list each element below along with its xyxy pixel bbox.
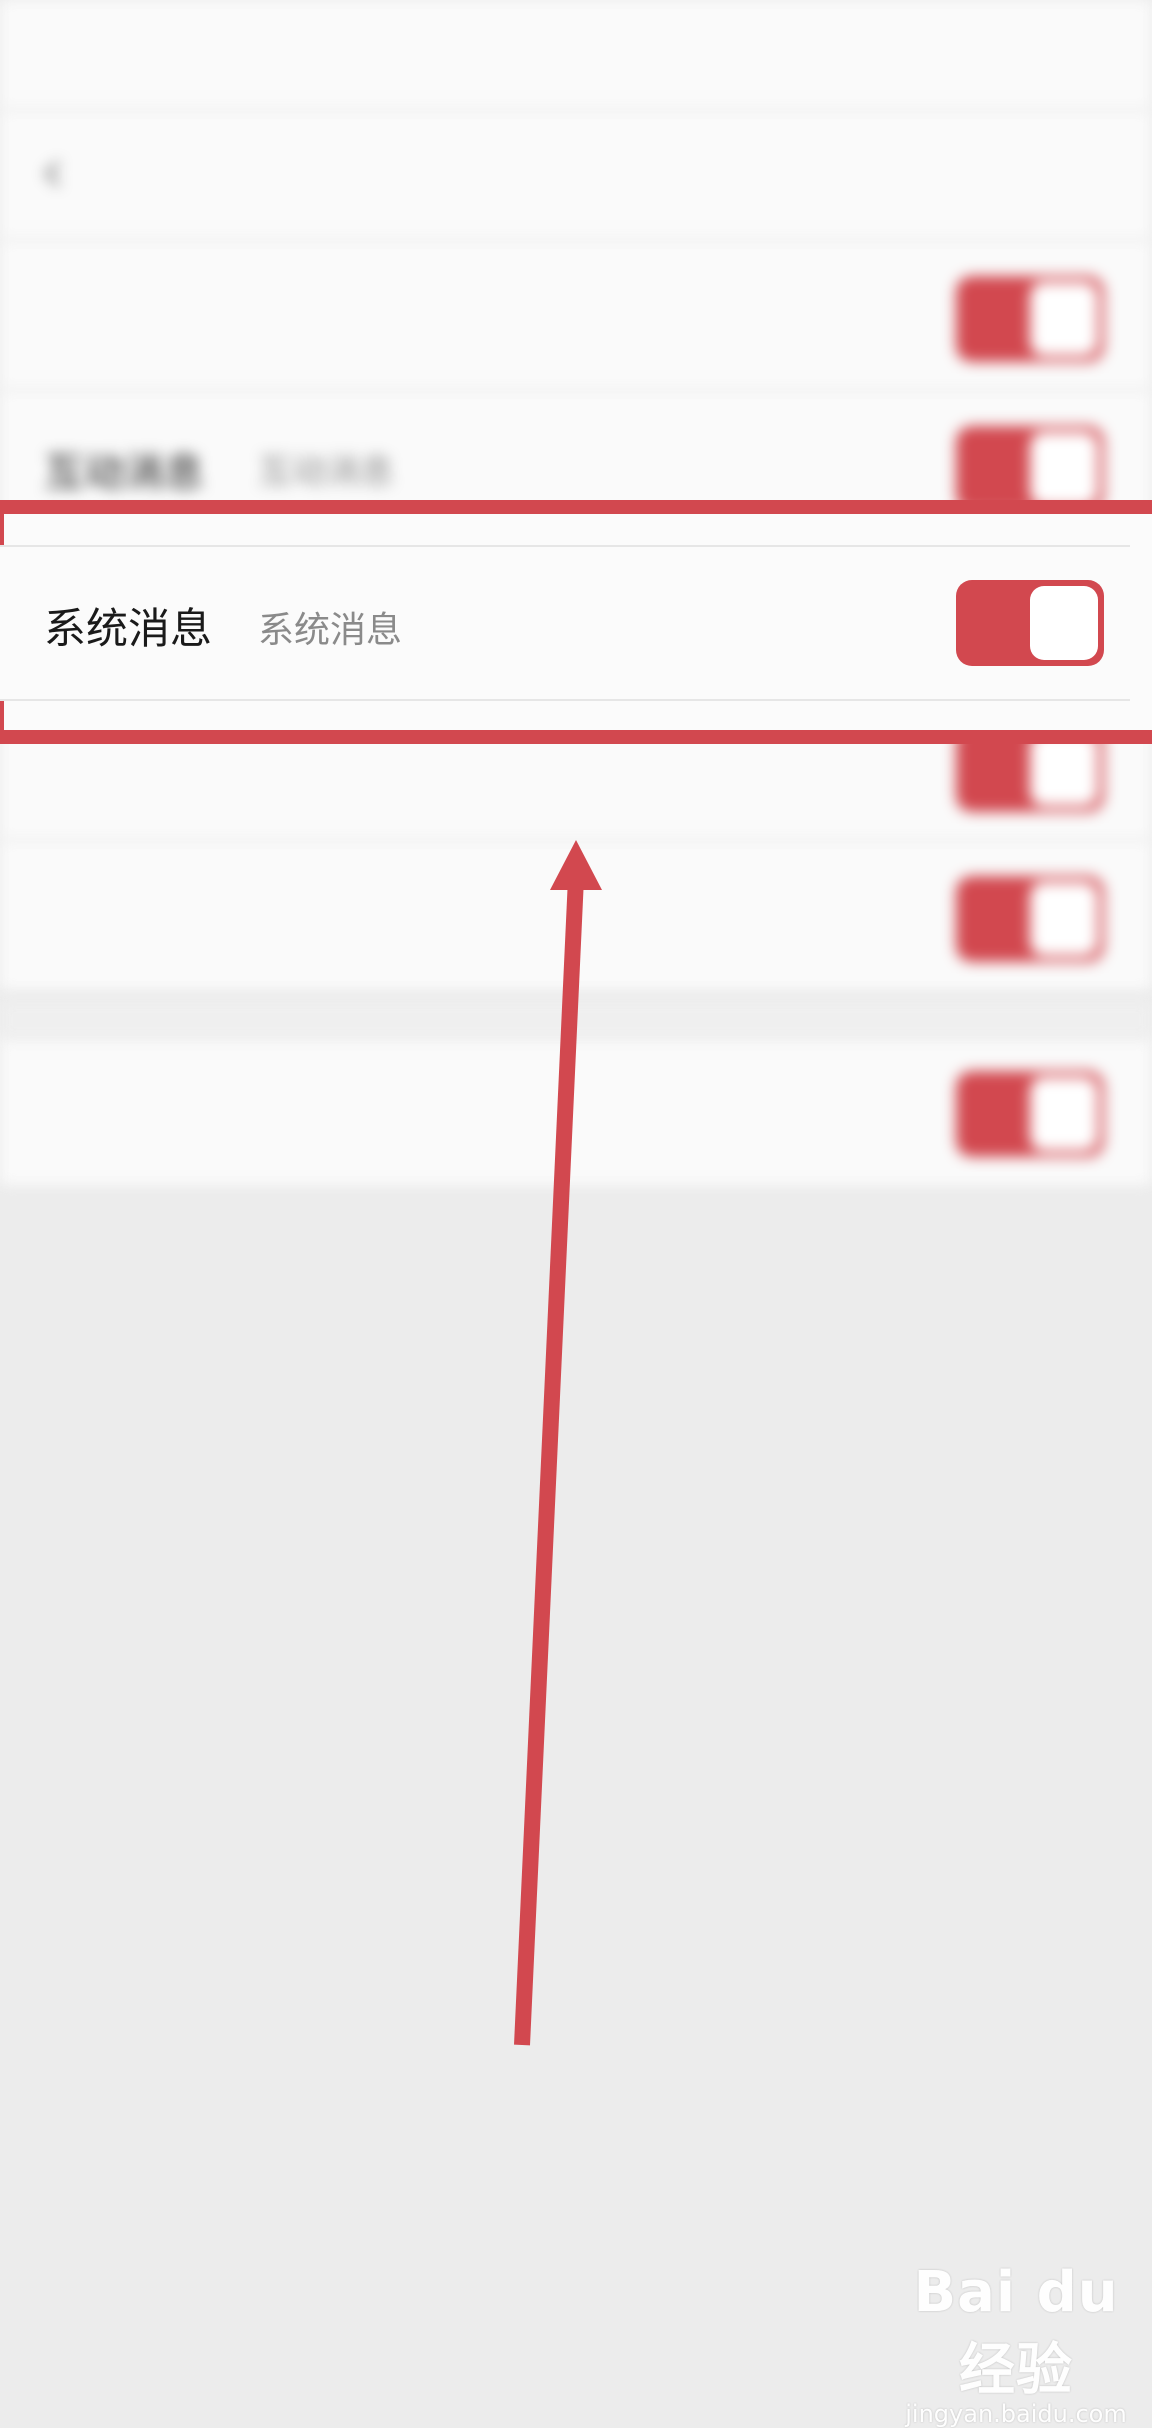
baidu-jingyan-watermark: Bai du 经验 jingyan.baidu.com (880, 2260, 1152, 2428)
annotation-arrow (514, 840, 602, 2046)
watermark-url: jingyan.baidu.com (905, 2400, 1127, 2428)
watermark-logo: Bai du 经验 (913, 2260, 1119, 2403)
